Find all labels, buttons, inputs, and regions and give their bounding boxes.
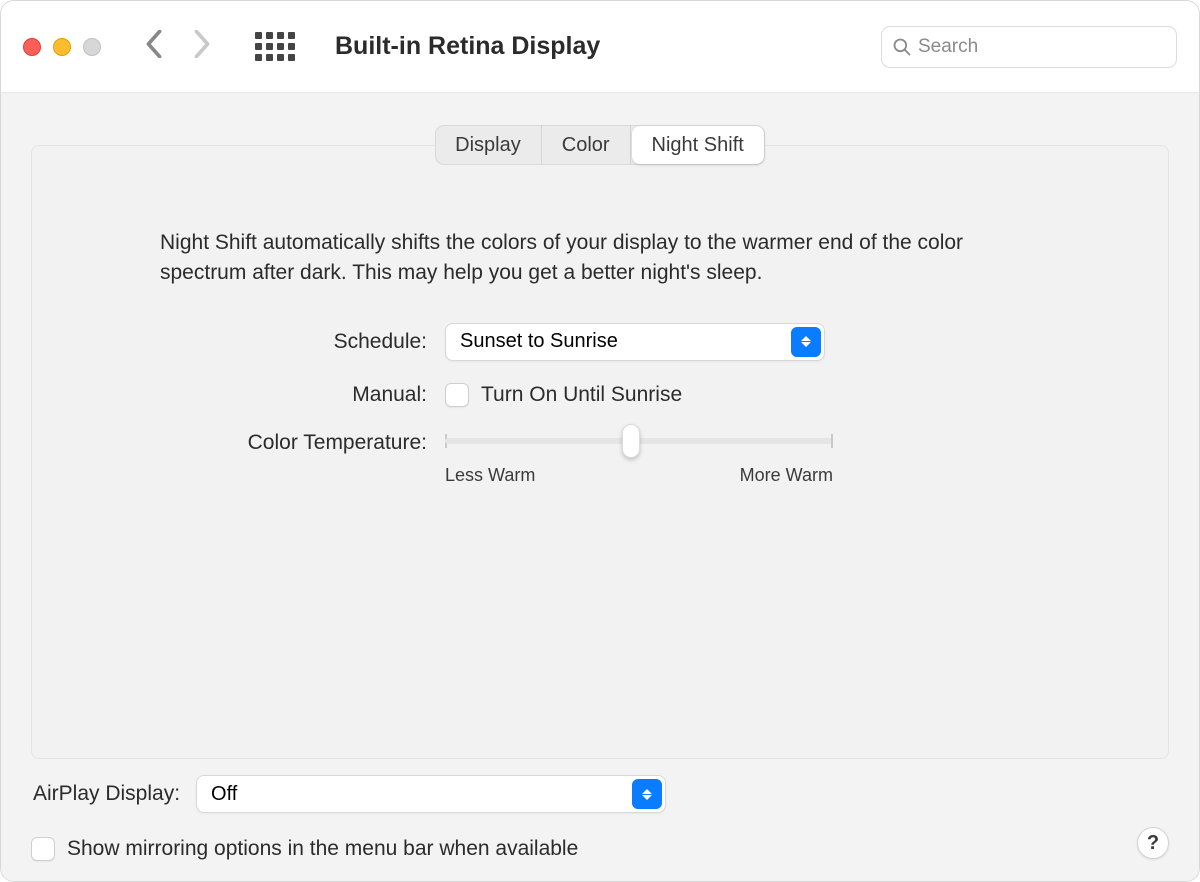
help-icon: ? (1147, 832, 1159, 855)
show-all-prefs-button[interactable] (255, 32, 295, 61)
search-field[interactable] (881, 26, 1177, 68)
tab-night-shift[interactable]: Night Shift (632, 126, 764, 164)
color-temperature-label: Color Temperature: (32, 429, 427, 455)
tab-segmented-control: Display Color Night Shift (31, 125, 1169, 165)
airplay-row: AirPlay Display: Off (31, 769, 1169, 819)
slider-min-label: Less Warm (445, 465, 535, 486)
back-button[interactable] (145, 30, 163, 63)
color-temperature-slider[interactable] (445, 429, 833, 453)
tab-display[interactable]: Display (435, 125, 542, 165)
airplay-select[interactable]: Off (196, 775, 666, 813)
up-down-caret-icon (791, 327, 821, 357)
slider-thumb[interactable] (622, 424, 640, 458)
airplay-value: Off (211, 783, 237, 806)
help-button[interactable]: ? (1137, 827, 1169, 859)
tab-color[interactable]: Color (542, 125, 631, 165)
window-toolbar: Built-in Retina Display (1, 1, 1199, 93)
search-input[interactable] (918, 36, 1166, 58)
window-title: Built-in Retina Display (335, 32, 600, 61)
manual-checkbox-label: Turn On Until Sunrise (481, 383, 682, 407)
schedule-value: Sunset to Sunrise (460, 330, 618, 353)
nav-buttons (145, 30, 211, 63)
mirroring-checkbox[interactable] (31, 837, 55, 861)
main-content: Display Color Night Shift Night Shift au… (1, 93, 1199, 881)
slider-tick-max (831, 434, 833, 448)
preferences-window: Built-in Retina Display Display Color Ni… (0, 0, 1200, 882)
night-shift-form: Schedule: Sunset to Sunrise Manual: Turn… (32, 323, 1168, 486)
search-icon (892, 37, 912, 57)
mirroring-label: Show mirroring options in the menu bar w… (67, 837, 578, 861)
slider-max-label: More Warm (740, 465, 833, 486)
night-shift-description: Night Shift automatically shifts the col… (160, 228, 1040, 289)
close-window-button[interactable] (23, 38, 41, 56)
traffic-lights (23, 38, 101, 56)
forward-button (193, 30, 211, 63)
minimize-window-button[interactable] (53, 38, 71, 56)
manual-label: Manual: (32, 383, 427, 407)
schedule-label: Schedule: (32, 330, 427, 354)
mirroring-row: Show mirroring options in the menu bar w… (31, 837, 1169, 861)
zoom-window-button (83, 38, 101, 56)
night-shift-pane: Night Shift automatically shifts the col… (31, 145, 1169, 759)
airplay-label: AirPlay Display: (33, 782, 180, 806)
up-down-caret-icon (632, 779, 662, 809)
schedule-select[interactable]: Sunset to Sunrise (445, 323, 825, 361)
manual-checkbox[interactable] (445, 383, 469, 407)
